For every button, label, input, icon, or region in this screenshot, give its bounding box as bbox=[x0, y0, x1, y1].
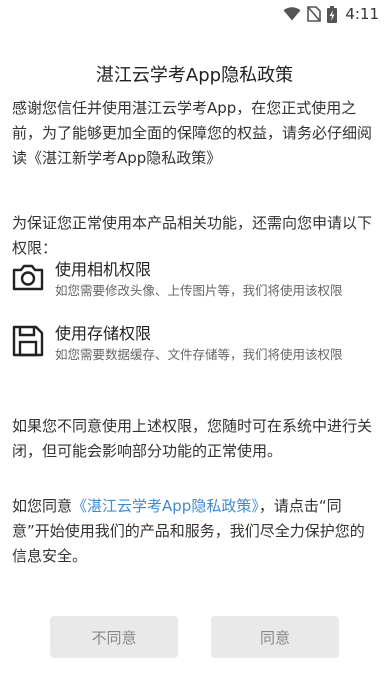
refusal-note: 如果您不同意使用上述权限，您随时可在系统中进行关闭，但可能会影响部分功能的正常使… bbox=[12, 417, 373, 460]
dialog-title: 湛江云学考App隐私政策 bbox=[95, 65, 294, 86]
floppy-disk-icon bbox=[12, 325, 44, 357]
permission-item-camera: 使用相机权限 如您需要修改头像、上传图片等，我们将使用该权限 bbox=[11, 256, 381, 300]
permission-description: 如您需要修改头像、上传图片等，我们将使用该权限 bbox=[55, 283, 343, 298]
no-sim-icon bbox=[307, 6, 322, 22]
permission-title: 使用相机权限 bbox=[55, 260, 152, 279]
permissions-intro: 为保证您正常使用本产品相关功能，还需向您申请以下权限： bbox=[12, 214, 373, 257]
disagree-button[interactable]: 不同意 bbox=[50, 616, 178, 658]
status-time: 4:11 bbox=[345, 5, 379, 23]
permission-title: 使用存储权限 bbox=[55, 324, 152, 343]
camera-icon bbox=[12, 264, 44, 291]
agree-button[interactable]: 同意 bbox=[211, 616, 339, 658]
consent-paragraph: 如您同意《湛江云学考App隐私政策》，请点击“同意”开始使用我们的产品和服务，我… bbox=[12, 494, 378, 569]
battery-charging-icon bbox=[327, 5, 338, 23]
wifi-icon bbox=[283, 7, 301, 21]
status-bar: 4:11 bbox=[0, 0, 389, 28]
consent-prefix: 如您同意 bbox=[12, 497, 73, 515]
permission-description: 如您需要数据缓存、文件存储等，我们将使用该权限 bbox=[55, 347, 343, 362]
intro-paragraph: 感谢您信任并使用湛江云学考App，在您正式使用之前，为了能够更加全面的保障您的权… bbox=[12, 99, 373, 167]
privacy-policy-screen: 4:11 湛江云学考App隐私政策 感谢您信任并使用湛江云学考App，在您正式使… bbox=[0, 0, 389, 691]
permission-item-storage: 使用存储权限 如您需要数据缓存、文件存储等，我们将使用该权限 bbox=[11, 320, 381, 364]
status-icons: 4:11 bbox=[283, 4, 379, 24]
privacy-policy-link[interactable]: 《湛江云学考App隐私政策》 bbox=[72, 497, 259, 515]
